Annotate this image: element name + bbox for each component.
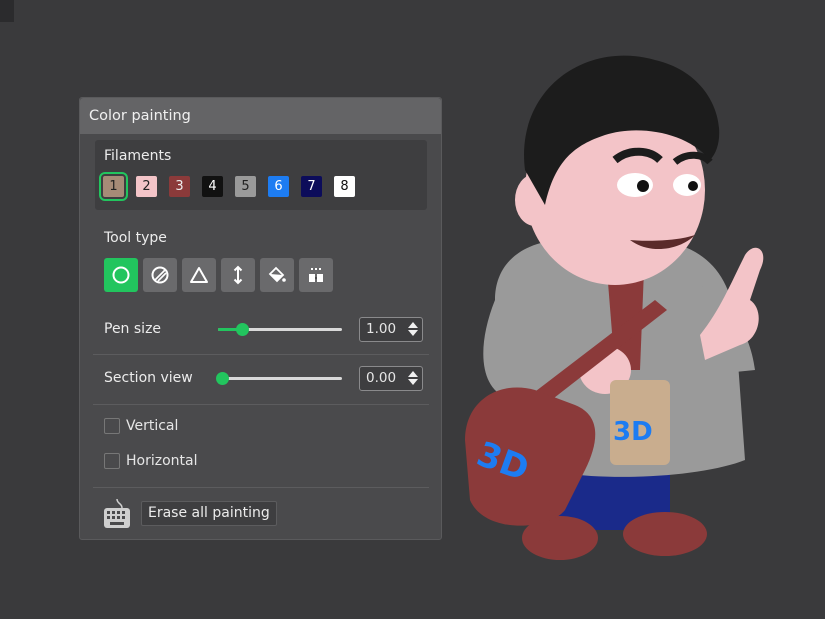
arrow-down-icon[interactable] xyxy=(408,379,418,385)
vertical-checkbox-row[interactable]: Vertical xyxy=(104,418,178,434)
filament-swatches: 12345678 xyxy=(99,172,355,201)
section-view-label: Section view xyxy=(104,370,193,386)
pen-size-thumb[interactable] xyxy=(235,322,249,336)
filament-swatch-8[interactable]: 8 xyxy=(334,176,355,197)
triangle-button[interactable] xyxy=(182,258,216,292)
pen-size-value: 1.00 xyxy=(366,321,397,337)
divider xyxy=(93,487,429,488)
erase-all-painting-button[interactable]: Erase all painting xyxy=(141,500,277,526)
vertical-checkbox[interactable] xyxy=(104,418,120,434)
divider xyxy=(93,404,429,405)
height-range-icon xyxy=(233,265,243,285)
pen-size-stepper[interactable] xyxy=(408,322,418,336)
section-view-thumb[interactable] xyxy=(216,371,229,385)
horizontal-label: Horizontal xyxy=(126,453,198,469)
filaments-group: Filaments 12345678 xyxy=(95,140,427,210)
circle-brush-icon xyxy=(112,266,130,284)
filament-swatch-2[interactable]: 2 xyxy=(136,176,157,197)
horizontal-checkbox[interactable] xyxy=(104,453,120,469)
gap-fill-icon xyxy=(309,268,323,282)
filament-swatch-6[interactable]: 6 xyxy=(268,176,289,197)
circle-brush-button[interactable] xyxy=(104,258,138,292)
tool-type-label: Tool type xyxy=(104,230,167,246)
keyboard-icon[interactable] xyxy=(102,496,132,530)
window-corner xyxy=(0,0,14,22)
filament-swatch-7[interactable]: 7 xyxy=(301,176,322,197)
panel-footer: Erase all painting xyxy=(102,496,277,530)
sphere-brush-button[interactable] xyxy=(143,258,177,292)
arrow-down-icon[interactable] xyxy=(408,330,418,336)
section-view-value: 0.00 xyxy=(366,370,397,386)
model-left-pupil xyxy=(637,180,649,192)
tool-type-buttons xyxy=(104,258,333,292)
triangle-icon xyxy=(190,267,208,283)
pen-size-fill xyxy=(218,327,238,331)
section-view-stepper[interactable] xyxy=(408,371,418,385)
fill-bucket-button[interactable] xyxy=(260,258,294,292)
model-pouch-logo: 3D xyxy=(613,417,653,447)
sphere-brush-icon xyxy=(151,266,169,284)
section-view-slider[interactable] xyxy=(216,371,342,385)
section-view-row: Section view 0.00 xyxy=(104,365,424,391)
pen-size-spinbox[interactable]: 1.00 xyxy=(359,316,423,342)
model-right-shoe xyxy=(623,512,707,556)
filament-swatch-3[interactable]: 3 xyxy=(169,176,190,197)
section-view-spinbox[interactable]: 0.00 xyxy=(359,365,423,391)
arrow-up-icon[interactable] xyxy=(408,322,418,328)
arrow-up-icon[interactable] xyxy=(408,371,418,377)
divider xyxy=(93,354,429,355)
vertical-label: Vertical xyxy=(126,418,179,434)
filament-swatch-5[interactable]: 5 xyxy=(235,176,256,197)
gap-fill-button[interactable] xyxy=(299,258,333,292)
height-range-button[interactable] xyxy=(221,258,255,292)
filament-swatch-1[interactable]: 1 xyxy=(99,172,128,201)
3d-model-figurine[interactable]: 3D 3D xyxy=(455,40,785,580)
pen-size-label: Pen size xyxy=(104,321,162,337)
panel-title: Color painting xyxy=(80,98,441,134)
pen-size-row: Pen size 1.00 xyxy=(104,316,424,342)
filament-swatch-4[interactable]: 4 xyxy=(202,176,223,197)
color-painting-panel: Color painting Filaments 12345678 Tool t… xyxy=(79,97,442,540)
horizontal-checkbox-row[interactable]: Horizontal xyxy=(104,453,197,469)
fill-bucket-icon xyxy=(268,266,286,283)
model-right-pupil xyxy=(688,181,698,191)
pen-size-slider[interactable] xyxy=(218,322,342,336)
filaments-label: Filaments xyxy=(104,148,172,164)
